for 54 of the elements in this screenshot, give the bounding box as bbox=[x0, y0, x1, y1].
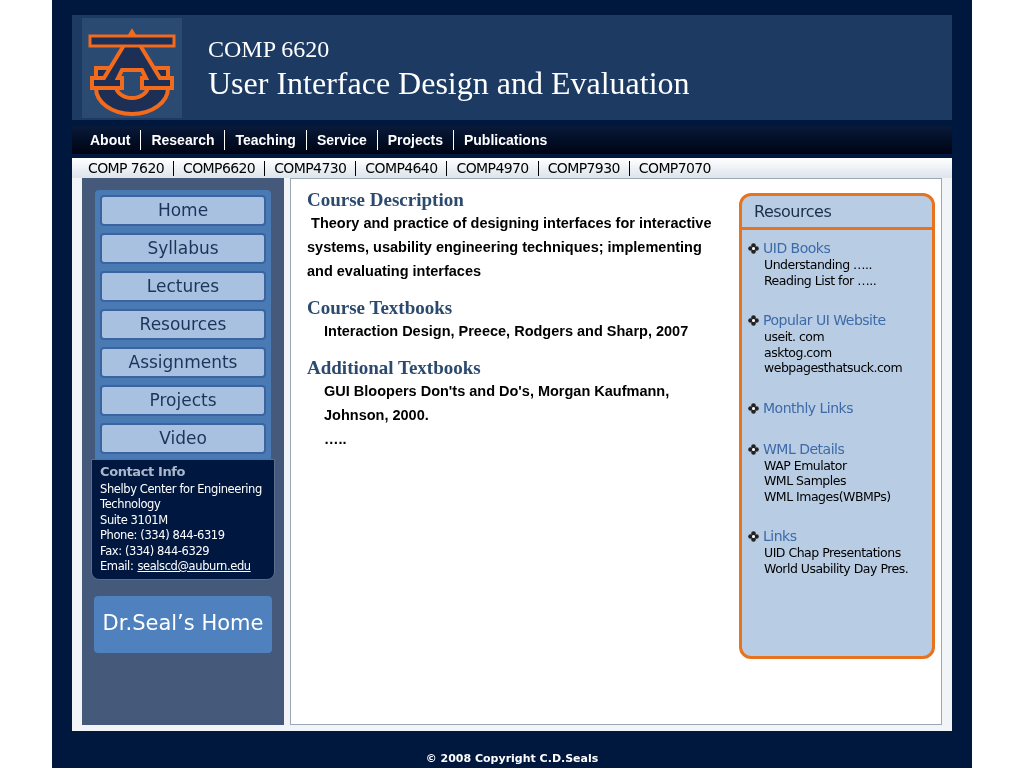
resource-link[interactable]: Understanding ….. bbox=[748, 257, 932, 273]
copyright-text: © 2008 Copyright C.D.Seals bbox=[425, 751, 599, 767]
sidebar-nav-button[interactable]: Resources bbox=[100, 309, 266, 340]
section-text: Interaction Design, Preece, Rodgers and Sharp, 2007 bbox=[323, 322, 690, 341]
bullet-icon bbox=[748, 443, 759, 455]
section-heading: Additional Textbooks bbox=[307, 357, 482, 379]
sidebar-nav-button[interactable]: Syllabus bbox=[100, 233, 266, 264]
course-link[interactable]: COMP4640 bbox=[365, 157, 438, 179]
course-code: COMP 6620 bbox=[208, 36, 331, 61]
contact-title: Contact Info bbox=[100, 464, 187, 480]
section-text: ….. bbox=[323, 430, 348, 449]
section-heading: Course Textbooks bbox=[307, 297, 454, 319]
course-title: User Interface Design and Evaluation bbox=[208, 66, 690, 99]
section-text: Theory and practice of designing interfaces for interactive systems, usability engineering techniques; implementing and evaluating interfaces bbox=[307, 214, 713, 281]
course-link[interactable]: COMP 7620 bbox=[88, 157, 164, 179]
email-link[interactable]: sealscd@auburn.edu bbox=[137, 559, 251, 575]
resource-link[interactable]: WAP Emulator bbox=[748, 457, 932, 473]
section-heading: Course Description bbox=[307, 189, 465, 211]
resource-link[interactable]: webpagesthatsuck.com bbox=[748, 360, 932, 376]
sidebar-nav-button[interactable]: Home bbox=[100, 195, 266, 226]
sidebar-nav-button[interactable]: Video bbox=[100, 423, 266, 454]
nav-link[interactable]: Publications bbox=[454, 129, 558, 151]
course-link[interactable]: COMP6620 bbox=[183, 157, 256, 179]
nav-link[interactable]: Research bbox=[141, 129, 225, 151]
nav-link[interactable]: Projects bbox=[377, 129, 453, 151]
resources-title: Resources bbox=[742, 196, 932, 230]
contact-line: Phone: (334) 844-6319 bbox=[100, 528, 226, 544]
contact-line: Suite 3101M bbox=[100, 512, 169, 528]
sidebar-nav-button[interactable]: Assignments bbox=[100, 347, 266, 378]
home-page-button[interactable]: Dr.Seal’s Home bbox=[94, 595, 272, 653]
course-link[interactable]: COMP4970 bbox=[456, 157, 529, 179]
nav-link[interactable]: Teaching bbox=[225, 129, 306, 151]
resource-link[interactable]: UID Chap Presentations bbox=[748, 545, 932, 561]
nav-link[interactable]: About bbox=[80, 129, 141, 151]
bullet-icon bbox=[748, 315, 759, 326]
course-link[interactable]: COMP7930 bbox=[547, 157, 620, 179]
nav-link[interactable]: Service bbox=[306, 129, 377, 151]
resource-link[interactable]: useit. com bbox=[748, 329, 932, 345]
email-label: Email: bbox=[100, 559, 134, 575]
sidebar-nav-button[interactable]: Lectures bbox=[100, 271, 266, 302]
sidebar-nav-button[interactable]: Projects bbox=[100, 385, 266, 416]
section-text: GUI Bloopers Don'ts and Do's, Morgan Kaufmann, Johnson, 2000. bbox=[323, 382, 671, 425]
contact-line: Fax: (334) 844-6329 bbox=[100, 543, 211, 559]
course-link[interactable]: COMP7070 bbox=[638, 157, 711, 179]
resource-link[interactable]: WML Images(WBMPs) bbox=[748, 488, 932, 504]
bullet-icon bbox=[748, 243, 759, 254]
resource-link[interactable]: Reading List for ….. bbox=[748, 272, 932, 288]
resource-link[interactable]: World Usability Day Pres. bbox=[748, 560, 932, 576]
bullet-icon bbox=[748, 402, 759, 414]
bullet-icon bbox=[748, 531, 759, 542]
course-link[interactable]: COMP4730 bbox=[274, 157, 347, 179]
contact-line: Shelby Center for Engineering Technology bbox=[100, 481, 263, 513]
resource-link[interactable]: asktog.com bbox=[748, 344, 932, 360]
resource-link[interactable]: WML Samples bbox=[748, 473, 932, 489]
